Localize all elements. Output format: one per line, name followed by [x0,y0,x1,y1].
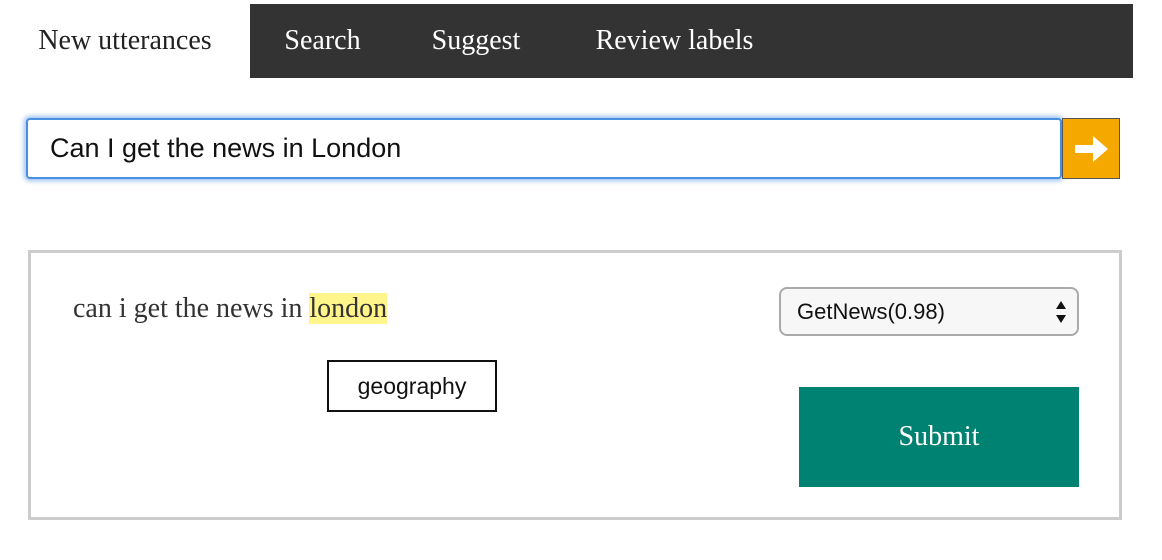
query-bar [26,118,1120,179]
tab-bar: New utterances Search Suggest Review lab… [0,4,1133,78]
utterance-input[interactable] [26,118,1062,179]
intent-select-value: GetNews(0.98) [797,298,945,324]
utterance-text-prefix: can i get the news in [73,293,310,324]
utterance-card: can i get the news in london geography G… [28,250,1122,520]
tab-review-labels[interactable]: Review labels [557,4,792,78]
tab-new-utterances[interactable]: New utterances [0,4,250,78]
entity-highlight[interactable]: london [309,293,388,324]
tab-suggest[interactable]: Suggest [395,4,557,78]
tab-search[interactable]: Search [250,4,395,78]
intent-select[interactable]: GetNews(0.98) [779,287,1079,336]
entity-label-tag[interactable]: geography [327,360,497,412]
go-button[interactable] [1062,118,1120,179]
utterance-text: can i get the news in london [73,293,388,325]
submit-button[interactable]: Submit [799,387,1079,487]
arrow-right-icon [1075,135,1108,162]
select-arrows-icon [1056,301,1066,323]
